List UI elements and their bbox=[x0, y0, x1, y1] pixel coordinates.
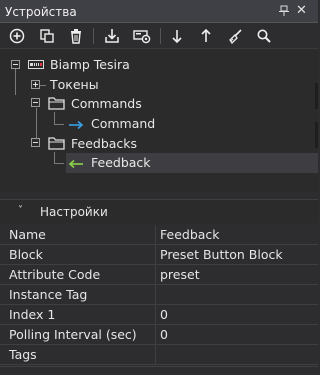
divider bbox=[155, 265, 156, 285]
property-name: Polling Interval (sec) bbox=[9, 327, 137, 342]
arrow-down-icon[interactable] bbox=[167, 26, 187, 46]
property-name: Tags bbox=[9, 347, 37, 362]
device-icon bbox=[28, 59, 44, 73]
property-value[interactable]: Feedback bbox=[160, 225, 220, 245]
toolbar-separator bbox=[160, 28, 161, 44]
tree-node-feedback[interactable]: Feedback bbox=[91, 153, 151, 173]
property-value[interactable]: 0 bbox=[160, 305, 168, 325]
property-row[interactable]: Polling Interval (sec) 0 bbox=[0, 325, 318, 345]
tree-expand-toggle[interactable] bbox=[31, 80, 40, 89]
close-icon[interactable]: ✕ bbox=[296, 3, 307, 19]
panel-footer bbox=[0, 366, 318, 375]
property-value[interactable]: 0 bbox=[160, 325, 168, 345]
search-icon[interactable] bbox=[254, 26, 274, 46]
panel-title: Устройства bbox=[5, 5, 77, 19]
tree-connector bbox=[15, 67, 16, 95]
panel-titlebar: Устройства ✕ bbox=[0, 0, 318, 23]
property-name: Block bbox=[9, 247, 43, 262]
properties-title: Настройки bbox=[40, 205, 108, 219]
import-icon[interactable] bbox=[102, 26, 122, 46]
delete-icon[interactable] bbox=[66, 26, 86, 46]
folder-icon bbox=[48, 96, 66, 113]
divider bbox=[155, 305, 156, 325]
tree-node-commands[interactable]: Commands bbox=[71, 94, 142, 114]
copy-icon[interactable] bbox=[37, 26, 57, 46]
toolbar-separator bbox=[93, 28, 94, 44]
tree-collapse-toggle[interactable] bbox=[31, 98, 40, 107]
property-name: Index 1 bbox=[9, 307, 56, 322]
add-circle-icon[interactable] bbox=[7, 26, 27, 46]
feedback-arrow-icon bbox=[68, 158, 84, 172]
property-name: Instance Tag bbox=[9, 287, 88, 302]
divider bbox=[155, 345, 156, 365]
command-arrow-icon bbox=[68, 119, 84, 133]
property-name: Attribute Code bbox=[9, 267, 101, 282]
divider bbox=[155, 225, 156, 245]
pin-icon[interactable] bbox=[279, 5, 289, 17]
properties-header[interactable]: ˅ Настройки bbox=[0, 199, 318, 223]
divider bbox=[155, 325, 156, 345]
broom-icon[interactable] bbox=[225, 26, 245, 46]
tree-collapse-toggle[interactable] bbox=[11, 60, 20, 69]
scrollbar[interactable] bbox=[315, 83, 318, 109]
tree-node-device[interactable]: Biamp Tesira bbox=[50, 55, 130, 75]
folder-icon bbox=[48, 136, 66, 153]
divider bbox=[155, 285, 156, 305]
tree-connector bbox=[54, 124, 64, 125]
tree-collapse-toggle[interactable] bbox=[31, 138, 40, 147]
divider bbox=[155, 245, 156, 265]
tree-node-tokens[interactable]: Токены bbox=[50, 75, 99, 95]
property-row[interactable]: Block Preset Button Block bbox=[0, 245, 318, 265]
arrow-up-icon[interactable] bbox=[196, 26, 216, 46]
property-row[interactable]: Tags bbox=[0, 345, 318, 365]
device-settings-icon[interactable] bbox=[132, 26, 152, 46]
scrollbar[interactable] bbox=[315, 122, 318, 148]
property-row[interactable]: Name Feedback bbox=[0, 225, 318, 245]
tree-node-feedbacks[interactable]: Feedbacks bbox=[71, 134, 137, 154]
tree-node-command[interactable]: Command bbox=[91, 114, 155, 134]
property-row[interactable]: Instance Tag bbox=[0, 285, 318, 305]
property-name: Name bbox=[9, 227, 46, 242]
property-value[interactable]: preset bbox=[160, 265, 200, 285]
chevron-down-icon: ˅ bbox=[18, 205, 23, 216]
tree-connector bbox=[54, 163, 64, 164]
property-value[interactable]: Preset Button Block bbox=[160, 245, 283, 265]
property-row[interactable]: Attribute Code preset bbox=[0, 265, 318, 285]
devices-toolbar bbox=[0, 23, 318, 49]
property-row[interactable]: Index 1 0 bbox=[0, 305, 318, 325]
